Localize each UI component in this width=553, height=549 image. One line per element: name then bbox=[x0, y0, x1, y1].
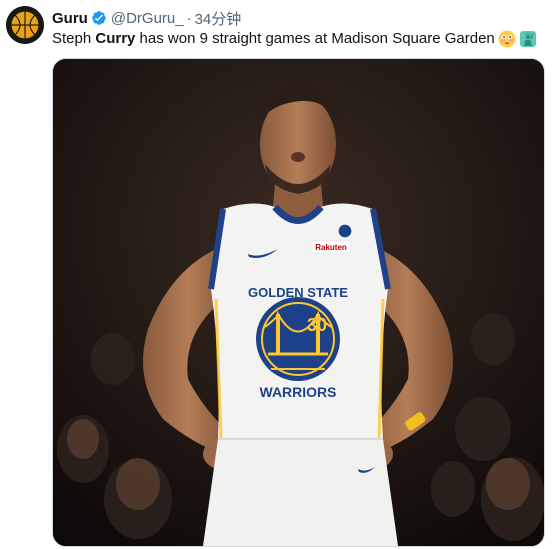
author-handle[interactable]: @DrGuru_ bbox=[111, 10, 184, 27]
statue-of-liberty-emoji-icon bbox=[519, 30, 537, 48]
tweet-photo[interactable]: Rakuten GOLDEN STATE 30 WARRIORS bbox=[52, 58, 545, 547]
tweet: Guru @DrGuru_ · 34分钟 Steph Curry has won… bbox=[0, 0, 553, 549]
tweet-text-bold: Curry bbox=[95, 30, 136, 47]
separator-dot: · bbox=[186, 9, 192, 27]
warriors-logo-icon bbox=[256, 297, 340, 381]
tweet-text-before: Steph bbox=[52, 30, 96, 47]
jersey-name-text: WARRIORS bbox=[260, 384, 337, 400]
author-name[interactable]: Guru bbox=[52, 10, 88, 27]
sponsor-text: Rakuten bbox=[315, 243, 347, 252]
timestamp[interactable]: 34分钟 bbox=[195, 8, 242, 29]
jersey-number-text: 30 bbox=[307, 315, 327, 335]
tweet-text-after: has won 9 straight games at Madison Squa… bbox=[135, 30, 495, 47]
basketball-avatar-icon bbox=[6, 6, 44, 44]
player-photo: Rakuten GOLDEN STATE 30 WARRIORS bbox=[53, 59, 544, 546]
verified-badge-icon bbox=[91, 10, 107, 26]
avatar[interactable] bbox=[6, 6, 44, 44]
tweet-text: Steph Curry has won 9 straight games at … bbox=[52, 29, 537, 49]
flushed-face-emoji-icon bbox=[498, 30, 516, 48]
tweet-header: Guru @DrGuru_ · 34分钟 bbox=[52, 8, 241, 28]
